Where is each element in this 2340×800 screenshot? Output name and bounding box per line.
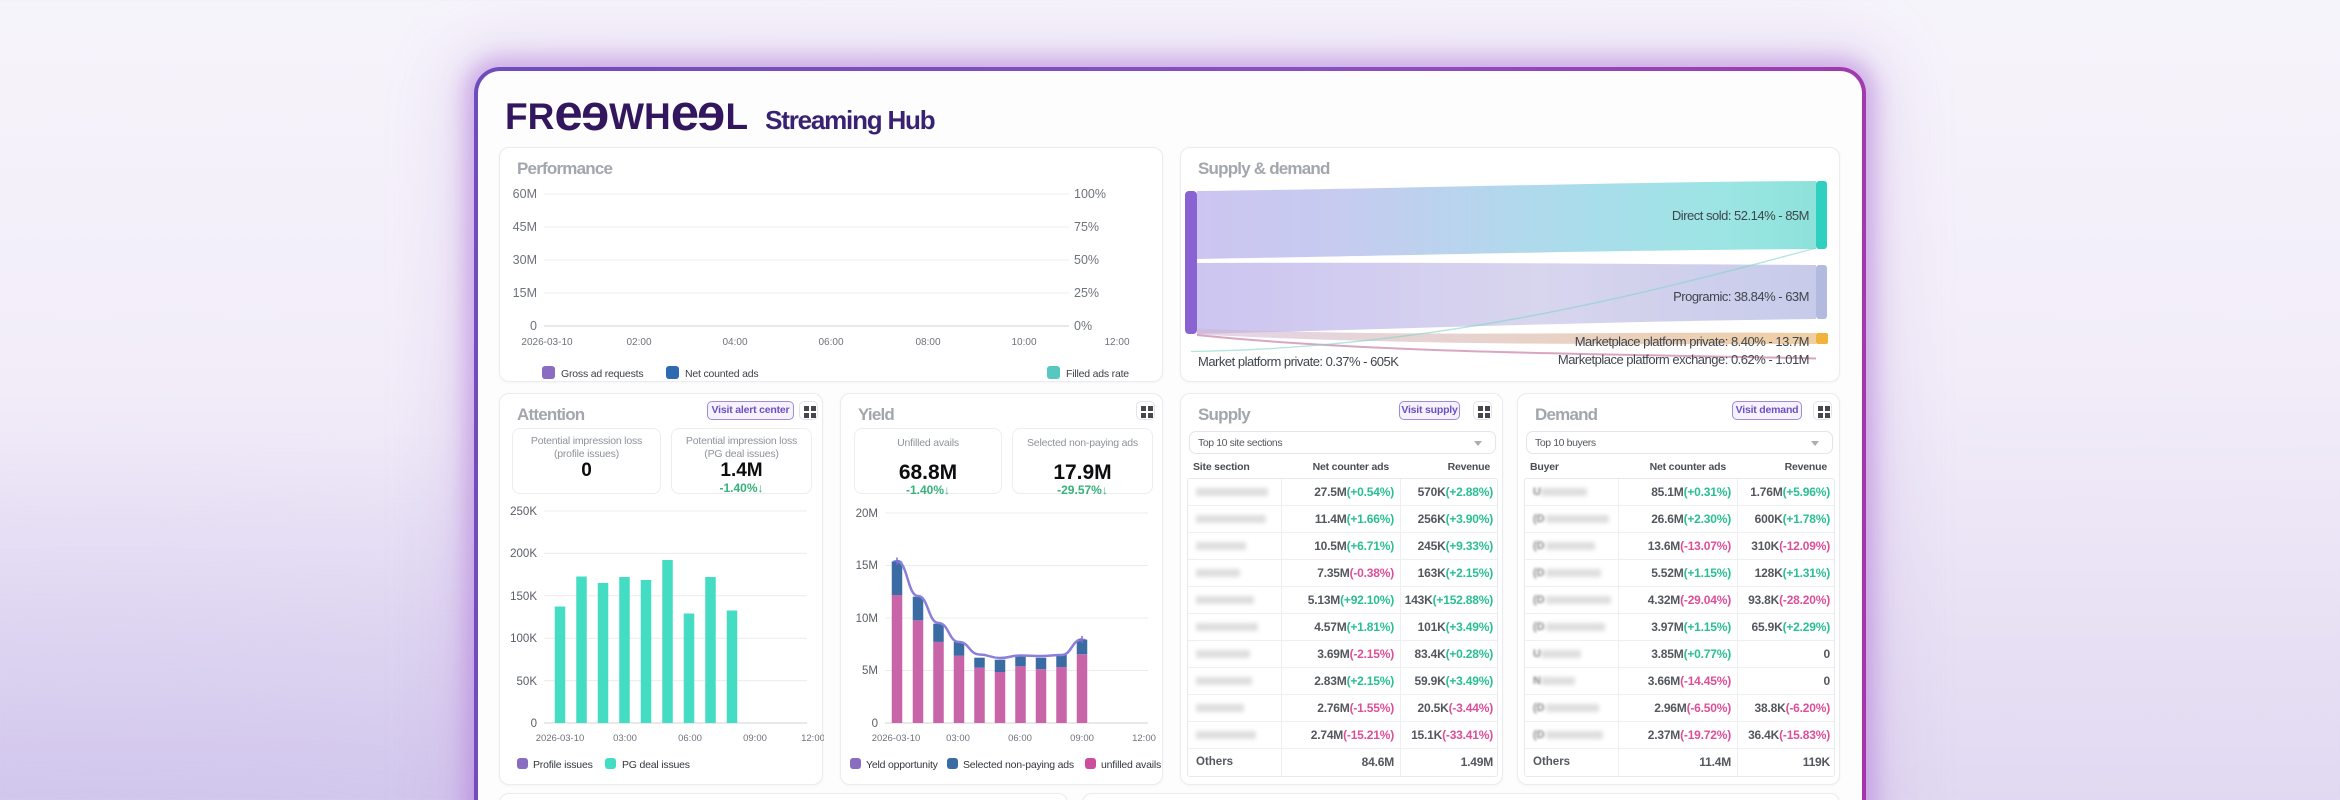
svg-text:100K: 100K xyxy=(510,633,537,645)
svg-text:10:00: 10:00 xyxy=(1011,337,1036,348)
svg-text:Selected non-paying ads: Selected non-paying ads xyxy=(963,759,1074,771)
svg-text:Net counted ads: Net counted ads xyxy=(685,368,758,380)
svg-text:06:00: 06:00 xyxy=(1008,733,1032,744)
svg-text:02:00: 02:00 xyxy=(626,337,651,348)
svg-text:2026-03-10: 2026-03-10 xyxy=(872,733,921,744)
svg-text:0%: 0% xyxy=(1074,319,1092,333)
svg-text:150K: 150K xyxy=(510,591,537,603)
svg-text:06:00: 06:00 xyxy=(678,733,702,744)
svg-text:12:00: 12:00 xyxy=(1132,733,1156,744)
svg-text:03:00: 03:00 xyxy=(613,733,637,744)
svg-text:Marketplace platform private:: Marketplace platform private: 8.40% - 13… xyxy=(1575,334,1809,349)
svg-text:20M: 20M xyxy=(856,508,878,520)
svg-text:100%: 100% xyxy=(1074,187,1106,201)
svg-text:12:00: 12:00 xyxy=(1104,337,1129,348)
svg-text:25%: 25% xyxy=(1074,286,1099,300)
svg-text:04:00: 04:00 xyxy=(722,337,747,348)
svg-text:250K: 250K xyxy=(510,506,537,518)
svg-text:15M: 15M xyxy=(856,560,878,572)
svg-text:5M: 5M xyxy=(862,665,878,677)
svg-text:Programic: 38.84% - 63M: Programic: 38.84% - 63M xyxy=(1673,289,1809,304)
svg-text:10M: 10M xyxy=(856,613,878,625)
svg-text:12:00: 12:00 xyxy=(801,733,824,744)
svg-text:06:00: 06:00 xyxy=(818,337,843,348)
svg-text:50%: 50% xyxy=(1074,253,1099,267)
svg-text:30M: 30M xyxy=(513,253,537,267)
svg-text:08:00: 08:00 xyxy=(915,337,940,348)
svg-text:15M: 15M xyxy=(513,286,537,300)
svg-text:03:00: 03:00 xyxy=(946,733,970,744)
svg-text:0: 0 xyxy=(530,319,537,333)
svg-text:Profile issues: Profile issues xyxy=(533,759,593,771)
svg-text:Yeld opportunity: Yeld opportunity xyxy=(866,759,939,771)
svg-text:2026-03-10: 2026-03-10 xyxy=(521,337,573,348)
svg-text:Market platform private: 0.37%: Market platform private: 0.37% - 605K xyxy=(1198,354,1399,369)
svg-text:Filled ads rate: Filled ads rate xyxy=(1066,368,1129,380)
svg-text:unfilled avails: unfilled avails xyxy=(1101,759,1161,771)
svg-text:50K: 50K xyxy=(517,676,538,688)
svg-text:45M: 45M xyxy=(513,220,537,234)
svg-text:Direct sold: 52.14% - 85M: Direct sold: 52.14% - 85M xyxy=(1672,208,1809,223)
svg-text:75%: 75% xyxy=(1074,220,1099,234)
svg-text:Gross ad requests: Gross ad requests xyxy=(561,368,643,380)
svg-text:09:00: 09:00 xyxy=(1070,733,1094,744)
svg-text:0: 0 xyxy=(872,718,878,730)
svg-text:2026-03-10: 2026-03-10 xyxy=(536,733,585,744)
svg-text:60M: 60M xyxy=(513,187,537,201)
svg-text:200K: 200K xyxy=(510,548,537,560)
svg-text:0: 0 xyxy=(531,718,537,730)
svg-text:Marketplace platform exchange:: Marketplace platform exchange: 0.62% - 1… xyxy=(1558,352,1809,367)
svg-text:PG deal issues: PG deal issues xyxy=(622,759,690,771)
svg-text:09:00: 09:00 xyxy=(743,733,767,744)
